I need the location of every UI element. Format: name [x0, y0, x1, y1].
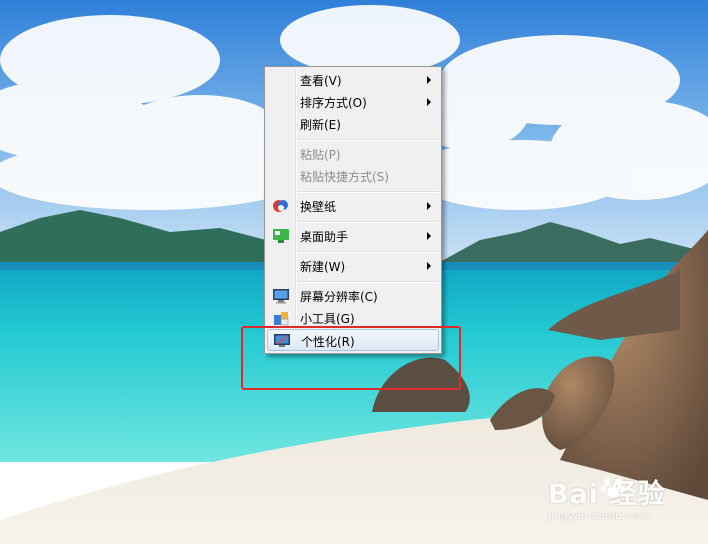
menu-separator — [297, 221, 439, 223]
submenu-arrow-icon — [427, 98, 431, 106]
menu-separator — [297, 191, 439, 193]
submenu-arrow-icon — [427, 232, 431, 240]
menu-item-label: 查看(V) — [300, 74, 342, 88]
watermark-url: jingyan.baidu.com — [548, 511, 649, 522]
menu-item-change-wallpaper[interactable]: 换壁纸 — [267, 195, 439, 217]
gadgets-icon — [274, 312, 289, 326]
menu-item-label: 小工具(G) — [300, 312, 355, 326]
menu-separator — [297, 281, 439, 283]
menu-item-refresh[interactable]: 刷新(E) — [267, 113, 439, 135]
menu-item-label: 桌面助手 — [300, 230, 349, 244]
menu-item-desktop-assistant[interactable]: 桌面助手 — [267, 225, 439, 247]
baidu-jingyan-watermark: Bai 经验 jingyan.baidu.com — [540, 470, 700, 530]
menu-separator — [297, 139, 439, 141]
menu-item-new[interactable]: 新建(W) — [267, 255, 439, 277]
wallpaper-icon — [273, 200, 288, 212]
menu-item-view[interactable]: 查看(V) — [267, 69, 439, 91]
menu-item-label: 换壁纸 — [300, 200, 337, 214]
menu-item-label: 屏幕分辨率(C) — [300, 290, 378, 304]
menu-separator — [297, 251, 439, 253]
submenu-arrow-icon — [427, 262, 431, 270]
desktop-assistant-icon — [273, 229, 289, 243]
menu-item-label: 刷新(E) — [300, 118, 341, 132]
menu-item-label: 新建(W) — [300, 260, 346, 274]
menu-item-label: 粘贴(P) — [300, 148, 341, 162]
desktop-context-menu: 查看(V) 排序方式(O) 刷新(E) 粘贴(P) 粘贴快捷方式(S) 换壁纸 … — [264, 66, 442, 354]
menu-item-sort-by[interactable]: 排序方式(O) — [267, 91, 439, 113]
menu-item-label: 排序方式(O) — [300, 96, 367, 110]
menu-item-paste-shortcut[interactable]: 粘贴快捷方式(S) — [267, 165, 439, 187]
annotation-highlight-box — [241, 326, 461, 390]
submenu-arrow-icon — [427, 76, 431, 84]
submenu-arrow-icon — [427, 202, 431, 210]
menu-item-screen-resolution[interactable]: 屏幕分辨率(C) — [267, 285, 439, 307]
baidu-paw-icon — [601, 478, 625, 498]
monitor-icon — [273, 289, 289, 304]
menu-item-label: 粘贴快捷方式(S) — [300, 170, 389, 184]
menu-item-paste[interactable]: 粘贴(P) — [267, 143, 439, 165]
